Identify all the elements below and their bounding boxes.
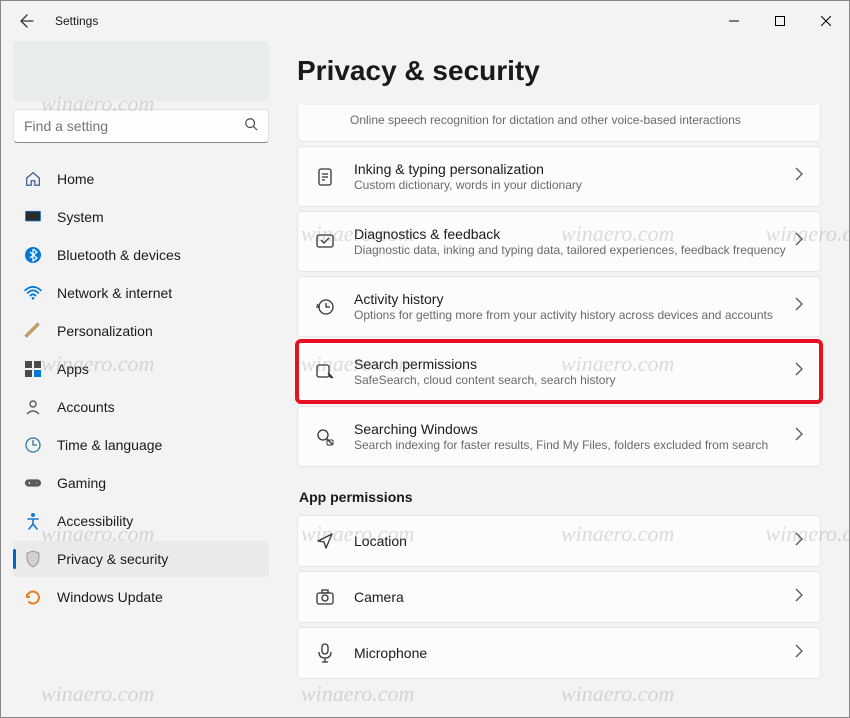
card-microphone[interactable]: Microphone — [297, 627, 821, 679]
sidebar: Home System Bluetooth & devices Network … — [1, 41, 281, 717]
sidebar-item-label: Apps — [57, 361, 89, 377]
card-title: Inking & typing personalization — [354, 161, 794, 177]
close-button[interactable] — [803, 1, 849, 41]
titlebar: Settings — [1, 1, 849, 41]
close-icon — [821, 16, 831, 26]
card-activity-history[interactable]: Activity history Options for getting mor… — [297, 276, 821, 337]
search-shield-icon — [314, 361, 336, 383]
section-app-permissions: App permissions — [299, 489, 821, 505]
location-icon — [314, 530, 336, 552]
minimize-icon — [729, 16, 739, 26]
card-camera[interactable]: Camera — [297, 571, 821, 623]
home-icon — [23, 169, 43, 189]
chevron-right-icon — [794, 167, 804, 186]
sidebar-item-label: Home — [57, 171, 94, 187]
person-icon — [23, 397, 43, 417]
paintbrush-icon — [23, 321, 43, 341]
sidebar-item-label: Privacy & security — [57, 551, 168, 567]
history-icon — [314, 296, 336, 318]
main-content: Privacy & security Online speech recogni… — [281, 41, 849, 717]
sidebar-item-gaming[interactable]: Gaming — [13, 465, 269, 501]
card-search-permissions[interactable]: Search permissions SafeSearch, cloud con… — [297, 341, 821, 402]
card-title: Microphone — [354, 645, 794, 661]
page-title: Privacy & security — [297, 55, 821, 87]
user-account-box[interactable] — [13, 41, 269, 101]
sidebar-item-label: Bluetooth & devices — [57, 247, 181, 263]
shield-icon — [23, 549, 43, 569]
search-folder-icon — [314, 426, 336, 448]
search-input[interactable] — [24, 118, 244, 134]
sidebar-item-personalization[interactable]: Personalization — [13, 313, 269, 349]
card-title: Camera — [354, 589, 794, 605]
card-subtitle: Diagnostic data, inking and typing data,… — [354, 243, 794, 257]
card-subtitle: Custom dictionary, words in your diction… — [354, 178, 794, 192]
sidebar-item-network[interactable]: Network & internet — [13, 275, 269, 311]
sidebar-item-label: Personalization — [57, 323, 153, 339]
card-diagnostics[interactable]: Diagnostics & feedback Diagnostic data, … — [297, 211, 821, 272]
sidebar-item-accessibility[interactable]: Accessibility — [13, 503, 269, 539]
card-searching-windows[interactable]: Searching Windows Search indexing for fa… — [297, 406, 821, 467]
chevron-right-icon — [794, 532, 804, 551]
maximize-icon — [775, 16, 785, 26]
card-subtitle: SafeSearch, cloud content search, search… — [354, 373, 794, 387]
sidebar-item-update[interactable]: Windows Update — [13, 579, 269, 615]
card-title: Diagnostics & feedback — [354, 226, 794, 242]
sidebar-item-system[interactable]: System — [13, 199, 269, 235]
card-title: Activity history — [354, 291, 794, 307]
sidebar-item-accounts[interactable]: Accounts — [13, 389, 269, 425]
camera-icon — [314, 586, 336, 608]
clock-globe-icon — [23, 435, 43, 455]
sidebar-item-apps[interactable]: Apps — [13, 351, 269, 387]
microphone-icon — [314, 642, 336, 664]
window-controls — [711, 1, 849, 41]
card-title: Search permissions — [354, 356, 794, 372]
arrow-left-icon — [19, 13, 35, 29]
clipboard-pen-icon — [314, 166, 336, 188]
sidebar-item-label: Windows Update — [57, 589, 163, 605]
bluetooth-icon — [23, 245, 43, 265]
chevron-right-icon — [794, 362, 804, 381]
sidebar-item-privacy[interactable]: Privacy & security — [13, 541, 269, 577]
minimize-button[interactable] — [711, 1, 757, 41]
nav-list: Home System Bluetooth & devices Network … — [13, 161, 269, 615]
sidebar-item-bluetooth[interactable]: Bluetooth & devices — [13, 237, 269, 273]
card-location[interactable]: Location — [297, 515, 821, 567]
card-title: Searching Windows — [354, 421, 794, 437]
sidebar-item-label: System — [57, 209, 104, 225]
sidebar-item-label: Network & internet — [57, 285, 172, 301]
chevron-right-icon — [794, 297, 804, 316]
wifi-icon — [23, 283, 43, 303]
search-box[interactable] — [13, 109, 269, 143]
app-title: Settings — [55, 14, 98, 28]
sidebar-item-label: Time & language — [57, 437, 162, 453]
card-subtitle: Search indexing for faster results, Find… — [354, 438, 794, 452]
sidebar-item-home[interactable]: Home — [13, 161, 269, 197]
sidebar-item-label: Gaming — [57, 475, 106, 491]
card-subtitle: Online speech recognition for dictation … — [350, 113, 804, 127]
search-icon — [244, 117, 258, 136]
card-partial-speech[interactable]: Online speech recognition for dictation … — [297, 105, 821, 142]
card-inking-typing[interactable]: Inking & typing personalization Custom d… — [297, 146, 821, 207]
chevron-right-icon — [794, 427, 804, 446]
system-icon — [23, 207, 43, 227]
sidebar-item-time[interactable]: Time & language — [13, 427, 269, 463]
sidebar-item-label: Accessibility — [57, 513, 133, 529]
sidebar-item-label: Accounts — [57, 399, 115, 415]
update-icon — [23, 587, 43, 607]
chevron-right-icon — [794, 644, 804, 663]
gamepad-icon — [23, 473, 43, 493]
apps-icon — [23, 359, 43, 379]
maximize-button[interactable] — [757, 1, 803, 41]
chevron-right-icon — [794, 588, 804, 607]
card-title: Location — [354, 533, 794, 549]
back-button[interactable] — [15, 9, 39, 33]
accessibility-icon — [23, 511, 43, 531]
chevron-right-icon — [794, 232, 804, 251]
card-subtitle: Options for getting more from your activ… — [354, 308, 794, 322]
feedback-icon — [314, 231, 336, 253]
